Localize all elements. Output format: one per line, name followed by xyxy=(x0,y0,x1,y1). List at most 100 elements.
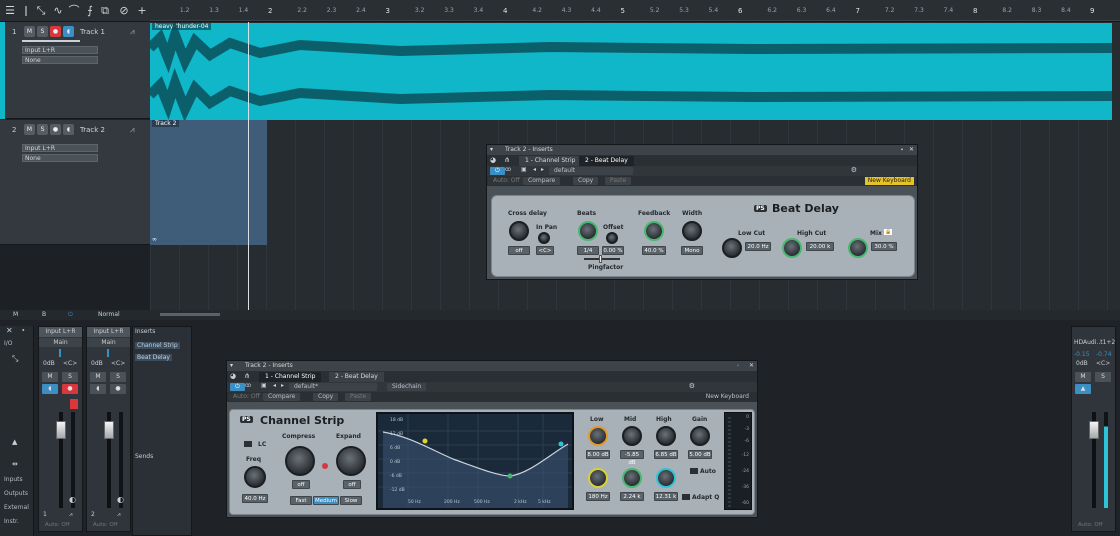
lock-icon[interactable]: 🔒 xyxy=(884,229,893,235)
power-button[interactable]: ⏻ xyxy=(230,383,245,391)
tab-channel-strip[interactable]: 1 - Channel Strip xyxy=(519,156,582,166)
insert-channel-strip[interactable]: Channel Strip xyxy=(135,342,180,349)
inputs-button[interactable]: Inputs xyxy=(4,476,23,483)
freq-knob[interactable] xyxy=(244,466,266,488)
pingfactor-slider[interactable] xyxy=(584,258,620,260)
auto-gain-toggle[interactable] xyxy=(690,468,698,474)
compare-button[interactable]: Compare xyxy=(523,177,561,185)
sidechain-button[interactable]: Sidechain xyxy=(387,383,427,391)
bend-icon[interactable]: ∿ xyxy=(52,5,64,17)
input-select[interactable]: Input L+R xyxy=(22,144,98,152)
insert-beat-delay[interactable]: Beat Delay xyxy=(135,354,172,361)
tab-beat-delay[interactable]: 2 - Beat Delay xyxy=(329,372,384,382)
sidechain-select[interactable]: None xyxy=(22,56,98,64)
channel-output[interactable]: Main xyxy=(39,338,82,347)
paste-button[interactable]: Paste xyxy=(605,177,632,185)
copy-button[interactable]: Copy xyxy=(313,393,339,401)
automation-icon[interactable]: ⩘ xyxy=(130,125,135,135)
track-header-2[interactable]: 2 M S ● ◖ Track 2 ⩘ Input L+R None xyxy=(0,120,150,245)
channel-input[interactable]: Input L+R xyxy=(39,327,82,337)
mute-button[interactable]: M xyxy=(24,124,35,135)
window-title-bar[interactable]: ▾ Track 2 - Inserts ⬩ ✕ xyxy=(487,145,917,155)
solo-button[interactable]: S xyxy=(62,372,78,382)
routing-icon[interactable]: ⋔ xyxy=(244,372,250,380)
output-device[interactable]: HDAudi..t1+2 xyxy=(1074,339,1115,346)
channel-output[interactable]: Main xyxy=(87,338,130,347)
external-button[interactable]: External xyxy=(4,504,29,511)
volume-fader[interactable] xyxy=(56,421,66,439)
mixer-scrollbar[interactable] xyxy=(160,313,220,316)
low-freq-knob[interactable] xyxy=(588,468,608,488)
bypass-all-button[interactable]: B xyxy=(42,311,46,318)
mute-button[interactable]: M xyxy=(90,372,106,382)
mixer-channel-1[interactable]: Input L+R Main 0dB <C> M S ◖ ● 1 ◐ ⩘ Aut… xyxy=(38,326,83,532)
ab-icon[interactable]: ꝏ xyxy=(245,382,251,389)
high-gain-knob[interactable] xyxy=(656,426,676,446)
power-button[interactable]: ⏻ xyxy=(490,167,505,175)
automation-icon[interactable]: ⩘ xyxy=(69,511,72,519)
add-icon[interactable]: + xyxy=(136,5,148,17)
prev-preset-icon[interactable]: ◂ xyxy=(533,166,536,173)
mute-button[interactable]: M xyxy=(1075,372,1091,382)
mid-freq-knob[interactable] xyxy=(622,468,642,488)
channel-input[interactable]: Input L+R xyxy=(87,327,130,337)
next-preset-icon[interactable]: ▸ xyxy=(541,166,544,173)
pin-icon[interactable]: ⬩ xyxy=(22,326,25,335)
in-pan-knob[interactable] xyxy=(538,232,550,244)
timeline-ruler[interactable]: 1.2 1.3 1.4 2 2.2 2.3 2.4 3 3.2 3.3 3.4 4 4.2 4.3 4.4 5… xyxy=(150,7,1120,21)
collapse-icon[interactable]: ▾ xyxy=(490,145,493,155)
solo-button[interactable]: S xyxy=(1095,372,1111,382)
record-button[interactable]: ● xyxy=(50,26,61,37)
volume-fader[interactable] xyxy=(1089,421,1099,439)
monitor-button[interactable]: ◖ xyxy=(90,384,106,394)
monitor-button[interactable]: ▲ xyxy=(1075,384,1091,394)
mute-button[interactable]: M xyxy=(42,372,58,382)
record-button[interactable]: ● xyxy=(50,124,61,135)
mid-gain-knob[interactable] xyxy=(622,426,642,446)
beats-knob[interactable] xyxy=(578,221,598,241)
track-header-1[interactable]: 1 M S ● ◖ Track 1 ⩘ Input L+R None xyxy=(0,22,150,119)
clip-indicator[interactable] xyxy=(70,399,78,409)
automation-icon[interactable]: ⩘ xyxy=(130,27,135,37)
lc-toggle[interactable] xyxy=(244,441,252,447)
solo-button[interactable]: S xyxy=(37,124,48,135)
record-button[interactable]: ● xyxy=(62,384,78,394)
volume-slider[interactable] xyxy=(22,40,80,42)
close-icon[interactable]: ✕ xyxy=(909,145,914,155)
plugin-icon[interactable]: ◕ xyxy=(490,156,496,164)
input-select[interactable]: Input L+R xyxy=(22,46,98,54)
monitor-button[interactable]: ◖ xyxy=(63,26,74,37)
cursor-icon[interactable]: ǀ xyxy=(20,5,32,17)
save-icon[interactable]: ▣ xyxy=(521,166,527,173)
collapse-icon[interactable]: ▾ xyxy=(230,361,233,371)
compress-knob[interactable] xyxy=(285,446,315,476)
solo-button[interactable]: S xyxy=(110,372,126,382)
main-output-channel[interactable]: HDAudi..t1+2 -0.15 -0.74 0dB <C> M S ▲ A… xyxy=(1071,326,1116,532)
tools-icon[interactable]: ⤡ xyxy=(12,354,18,364)
mute-button[interactable]: M xyxy=(24,26,35,37)
expand-up-icon[interactable]: ▲ xyxy=(12,438,17,446)
monitor-button[interactable]: ◖ xyxy=(42,384,58,394)
io-button[interactable]: I/O xyxy=(4,340,13,347)
tab-channel-strip[interactable]: 1 - Channel Strip xyxy=(259,372,322,382)
listen-icon[interactable]: ⊘ xyxy=(118,5,130,17)
fast-button[interactable]: Fast xyxy=(290,496,312,505)
keyboard-select[interactable]: New Keyboard xyxy=(701,393,754,401)
preset-select[interactable]: default xyxy=(549,167,633,175)
window-title-bar[interactable]: ▾ Track 2 - Inserts ⬩ ✕ xyxy=(227,361,757,371)
automation-mode[interactable]: Auto: Off xyxy=(93,522,118,528)
expand-knob[interactable] xyxy=(336,446,366,476)
cross-delay-knob[interactable] xyxy=(509,221,529,241)
feedback-knob[interactable] xyxy=(644,221,664,241)
automation-mode[interactable]: Auto: Off xyxy=(45,522,70,528)
track-name[interactable]: Track 1 xyxy=(80,28,105,36)
preset-select[interactable]: default* xyxy=(289,383,377,391)
high-cut-knob[interactable] xyxy=(782,238,802,258)
monitor-button[interactable]: ◖ xyxy=(63,124,74,135)
prev-preset-icon[interactable]: ◂ xyxy=(273,382,276,389)
high-freq-knob[interactable] xyxy=(656,468,676,488)
mute-all-button[interactable]: M xyxy=(13,311,18,318)
range-icon[interactable]: ⤡ xyxy=(35,5,47,17)
pin-icon[interactable]: ⬩ xyxy=(737,361,739,371)
link-icon[interactable]: ◐ xyxy=(69,495,76,504)
